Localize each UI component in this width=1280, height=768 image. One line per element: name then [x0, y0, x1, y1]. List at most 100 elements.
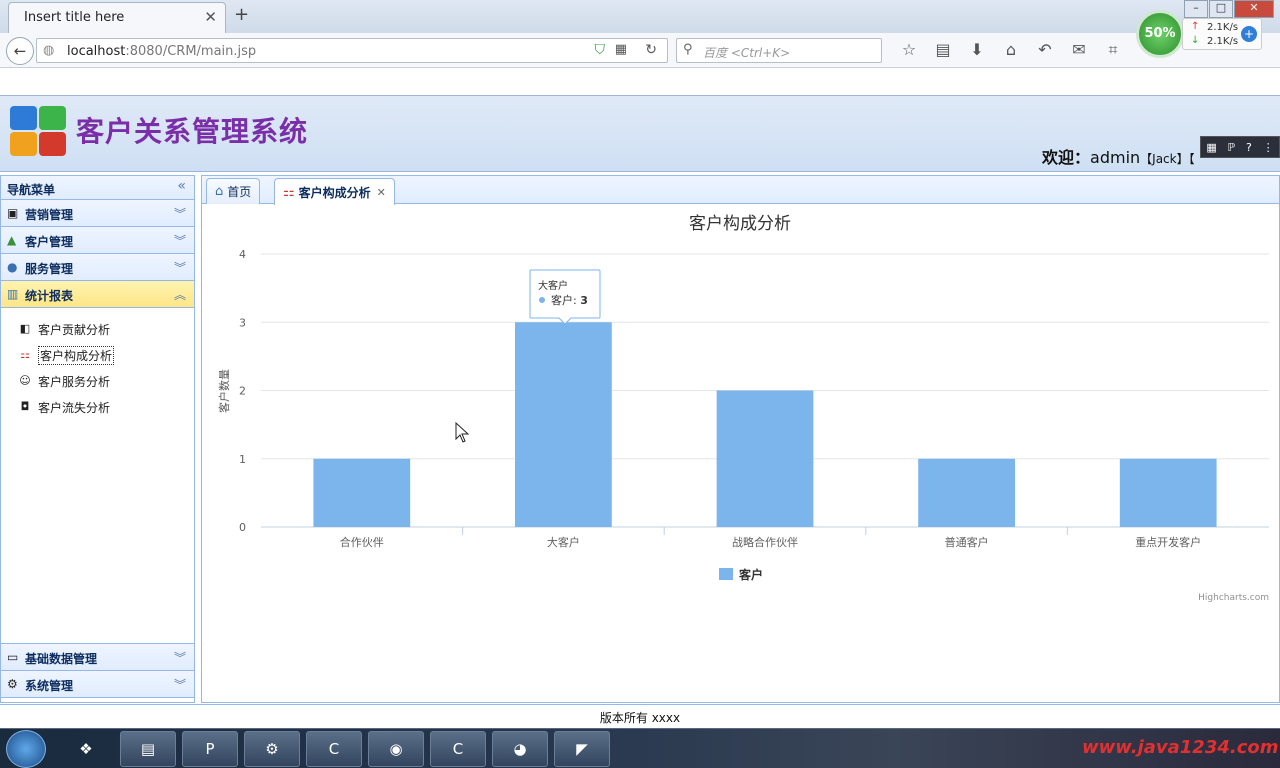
app-icon-picasa[interactable]: ❖ [58, 731, 114, 767]
app-icon-eclipse[interactable]: ⚙ [244, 731, 300, 767]
app-icon-presentation[interactable]: P [182, 731, 238, 767]
crop-icon[interactable]: ⌗ [1096, 40, 1130, 60]
sub-item-composition[interactable]: ⚏ 客户构成分析 [17, 345, 115, 365]
contribution-icon: ◧ [19, 322, 31, 335]
x-tick-label: 战略合作伙伴 [732, 535, 798, 549]
sub-item-churn[interactable]: ◘ 客户流失分析 [17, 398, 110, 416]
chart-title: 客户构成分析 [689, 214, 791, 234]
bookmark-star-icon[interactable]: ☆ [892, 40, 926, 60]
sidebar-item-reports[interactable]: ▥ 统计报表 ︽ [1, 281, 194, 308]
main-panel: ⌂ 首页 ⚏ 客户构成分析 ✕ 客户构成分析 客户数量 0 1 2 3 4 合作伙伴 大客… [201, 175, 1280, 703]
qr-code-icon[interactable]: ▦ [615, 42, 627, 57]
bar[interactable] [1119, 458, 1217, 527]
download-speed: 2.1K/s [1207, 36, 1239, 47]
chart-credits[interactable]: Highcharts.com [1198, 593, 1269, 603]
tooltip-category: 大客户 [538, 279, 568, 292]
reload-icon[interactable]: ↻ [645, 42, 657, 58]
chevron-down-icon: ︾ [173, 261, 186, 275]
app-icon-explorer[interactable]: ▤ [120, 731, 176, 767]
speed-percent: 50% [1136, 10, 1184, 58]
undo-icon[interactable]: ↶ [1028, 40, 1062, 60]
address-bar[interactable]: ◍ localhost:8080/CRM/main.jsp ⛉ ▦ ↻ [36, 38, 668, 63]
chevron-down-icon: ︾ [173, 207, 186, 221]
browser-toolbar: ☆ ▤ ⬇ ⌂ ↶ ✉ ⌗ [892, 40, 1130, 60]
help-icon[interactable]: ? [1246, 141, 1252, 154]
welcome-text: 欢迎：admin【Jack】【 [1042, 148, 1195, 167]
tab-composition[interactable]: ⚏ 客户构成分析 ✕ [274, 178, 395, 205]
ime-icon[interactable]: ℙ [1228, 141, 1236, 154]
app-header: 客户关系管理系统 欢迎：admin【Jack】【 [0, 95, 1280, 172]
x-tick-label: 重点开发客户 [1135, 535, 1201, 549]
footer: 版本所有 xxxx [0, 704, 1280, 728]
legend-swatch [719, 568, 733, 580]
chevron-down-icon: ︾ [173, 651, 186, 665]
upload-speed: 2.1K/s [1207, 22, 1239, 33]
home-icon: ⌂ [215, 184, 224, 199]
app-title: 客户关系管理系统 [76, 115, 309, 148]
close-tab-icon[interactable]: ✕ [377, 186, 386, 199]
close-tab-icon[interactable]: ✕ [204, 8, 217, 26]
bar[interactable] [515, 322, 612, 527]
gear-icon: ⚙ [7, 677, 18, 691]
app-icon-camtasia[interactable]: C [306, 731, 362, 767]
reader-icon[interactable]: ▤ [926, 40, 960, 60]
taskbar: ❖ ▤ P ⚙ C ◉ C ◕ ◤ www.java1234.com [0, 728, 1280, 768]
user-service-icon: ☺ [19, 374, 31, 387]
footer-text: 版本所有 xxxx [599, 711, 681, 725]
sidebar: 导航菜单 « ▣ 营销管理 ︾ ▲ 客户管理 ︾ ● 服务管理 ︾ ▥ 统计报表… [0, 175, 195, 703]
ime-toolbar[interactable]: ▦ ℙ ? ⋮ [1200, 136, 1280, 158]
more-icon[interactable]: ⋮ [1263, 141, 1274, 154]
sidebar-item-customers[interactable]: ▲ 客户管理 ︾ [1, 227, 194, 254]
content-tabs: ⌂ 首页 ⚏ 客户构成分析 ✕ [202, 176, 1279, 205]
app-icon-mysql[interactable]: ◤ [554, 731, 610, 767]
sidebar-header: 导航菜单 « [1, 176, 194, 200]
app-icon-firefox[interactable]: ◕ [492, 731, 548, 767]
new-tab-icon[interactable]: + [234, 4, 249, 25]
network-speed-widget[interactable]: 50% ↑ 2.1K/s ↓ 2.1K/s + [1134, 10, 1264, 58]
url-text[interactable]: localhost:8080/CRM/main.jsp [67, 44, 256, 59]
speed-panel: ↑ 2.1K/s ↓ 2.1K/s + [1182, 18, 1262, 50]
back-arrow-icon[interactable]: ← [6, 37, 34, 65]
bar[interactable] [716, 390, 814, 528]
chat-icon[interactable]: ✉ [1062, 40, 1096, 60]
download-icon[interactable]: ⬇ [960, 40, 994, 60]
sidebar-item-system[interactable]: ⚙ 系统管理 ︾ [1, 671, 194, 698]
home-icon[interactable]: ⌂ [994, 40, 1028, 60]
sidebar-title: 导航菜单 [7, 183, 56, 197]
bar[interactable] [313, 458, 411, 527]
legend-label: 客户 [738, 567, 763, 582]
sidebar-item-base-data[interactable]: ▭ 基础数据管理 ︾ [1, 644, 194, 671]
bar[interactable] [918, 458, 1015, 527]
search-icon: ⚲ [683, 42, 693, 57]
app-icon-chrome[interactable]: ◉ [368, 731, 424, 767]
x-labels-layer: 合作伙伴 大客户 战略合作伙伴 普通客户 重点开发客户 [340, 527, 1201, 549]
start-button-icon[interactable] [6, 730, 46, 768]
reports-submenu: ◧ 客户贡献分析 ⚏ 客户构成分析 ☺ 客户服务分析 ◘ 客户流失分析 [1, 308, 194, 644]
chevron-down-icon: ︾ [173, 678, 186, 692]
sub-item-contribution[interactable]: ◧ 客户贡献分析 [17, 320, 110, 338]
sub-item-service[interactable]: ☺ 客户服务分析 [17, 372, 110, 390]
sidebar-item-service[interactable]: ● 服务管理 ︾ [1, 254, 194, 281]
grid-icon[interactable]: ▦ [1206, 141, 1216, 154]
x-tick-label: 大客户 [547, 535, 580, 549]
tab-home[interactable]: ⌂ 首页 [206, 178, 261, 204]
bars-layer [313, 322, 1217, 528]
app-icon-recorder[interactable]: C [430, 731, 486, 767]
chevron-down-icon: ︾ [173, 234, 186, 248]
shield-icon[interactable]: ⛉ [595, 42, 606, 58]
globe-icon: ◍ [43, 43, 55, 58]
y-axis-label: 客户数量 [217, 369, 231, 413]
watermark-text: www.java1234.com [1082, 737, 1279, 758]
database-icon: ▭ [7, 650, 19, 664]
collapse-sidebar-icon[interactable]: « [177, 178, 186, 194]
search-bar[interactable]: ⚲ 百度 <Ctrl+K> [676, 38, 882, 63]
report-chart-icon: ▥ [7, 287, 19, 301]
sidebar-item-marketing[interactable]: ▣ 营销管理 ︾ [1, 200, 194, 227]
tooltip-dot [539, 297, 545, 303]
x-tick-label: 合作伙伴 [340, 535, 384, 549]
legend[interactable]: 客户 [719, 567, 763, 582]
plus-icon[interactable]: + [1241, 26, 1257, 42]
browser-tab[interactable]: Insert title here ✕ [8, 2, 226, 33]
download-arrow-icon: ↓ [1191, 35, 1200, 46]
app-logo [10, 106, 68, 158]
